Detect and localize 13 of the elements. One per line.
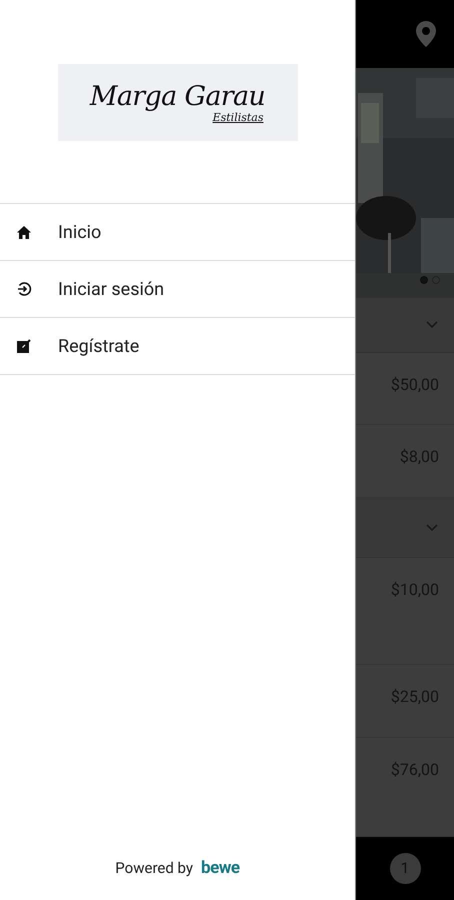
powered-by-label: Powered by — [115, 858, 193, 880]
home-icon — [17, 226, 31, 238]
menu-item[interactable]: Regístrate — [0, 318, 355, 375]
brand-link[interactable]: bewe — [200, 856, 240, 882]
chevron-down-icon — [426, 321, 438, 329]
location-pin-icon[interactable] — [416, 21, 436, 47]
login-icon — [16, 281, 32, 297]
edit-box-icon — [16, 338, 32, 354]
logo-name: Marga Garau — [90, 82, 266, 110]
logo-subtitle: Estilistas — [212, 112, 264, 122]
chevron-down-icon — [426, 524, 438, 532]
menu-item[interactable]: Inicio — [0, 204, 355, 261]
menu-item[interactable]: Iniciar sesión — [0, 261, 355, 318]
